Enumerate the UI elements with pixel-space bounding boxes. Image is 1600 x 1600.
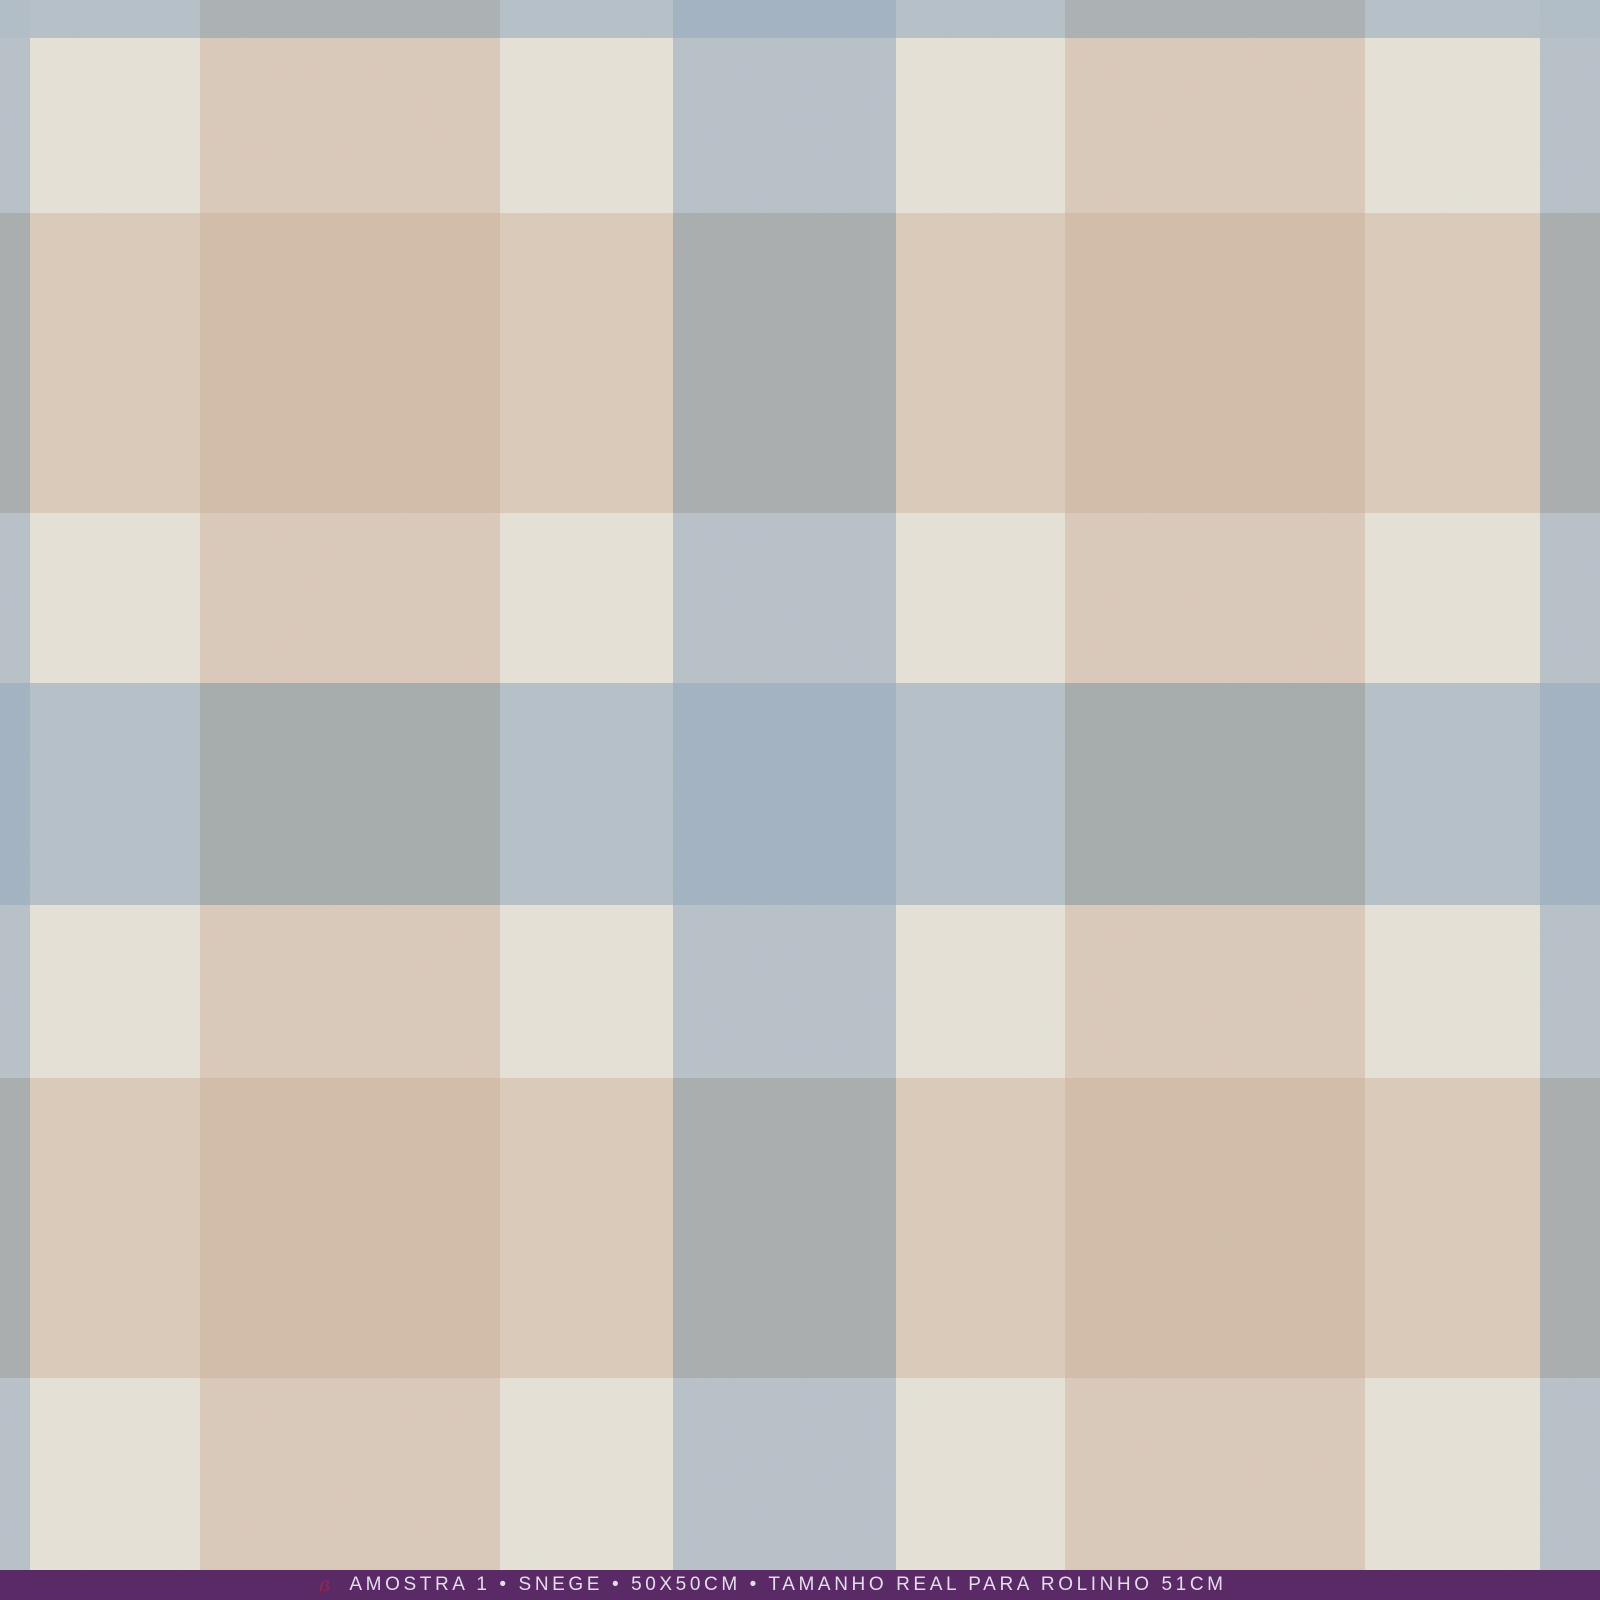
sample-caption: AMOSTRA 1 • SNEGE • 50X50CM • TAMANHO RE… [349,1574,1227,1595]
weave-texture [0,0,1600,1570]
svg-text:ẞ: ẞ [318,1578,330,1595]
caption-bar: ẞ AMOSTRA 1 • SNEGE • 50X50CM • TAMANHO … [0,1570,1600,1600]
brand-logo-icon: ẞ [313,1574,335,1596]
gingham-pattern [0,0,1600,1570]
fabric-swatch: ẞ AMOSTRA 1 • SNEGE • 50X50CM • TAMANHO … [0,0,1600,1600]
